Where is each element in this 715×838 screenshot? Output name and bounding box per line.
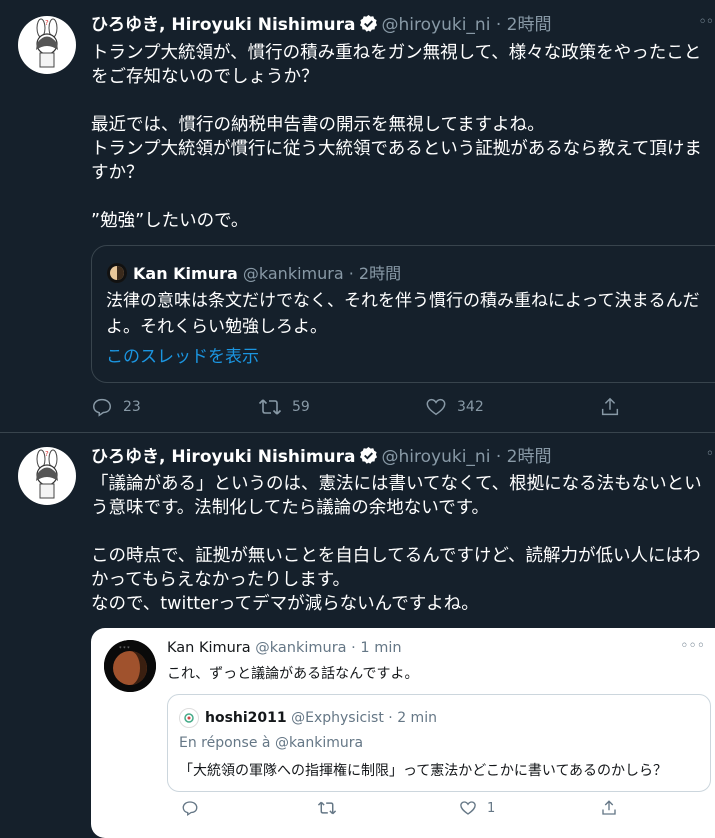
like-button[interactable]: 342 <box>425 396 484 418</box>
tweet-header: ひろゆき, Hiroyuki Nishimura @hiroyuki_ni · 2… <box>91 446 551 471</box>
more-options-icon[interactable]: ◦ <box>706 446 714 462</box>
verified-badge-icon <box>359 446 378 471</box>
embedded-heart-icon <box>460 801 476 815</box>
embedded-like: 1 <box>459 799 495 817</box>
tweet-text: トランプ大統領が、慣行の積み重ねをガン無視して、様々な政策をやったことをご存知な… <box>91 43 702 231</box>
author-name[interactable]: ひろゆき, Hiroyuki Nishimura <box>91 15 356 35</box>
svg-text:* * *: * * * <box>119 646 130 652</box>
share-icon <box>601 397 619 416</box>
tweet-time[interactable]: · 2時間 <box>496 447 552 467</box>
quoted-tweet-time: · 2時間 <box>348 264 402 283</box>
tweet-text: 「議論がある」というのは、憲法には書いてなくて、根拠になる法もないという意味です… <box>91 474 702 614</box>
embedded-retweet-icon <box>317 799 347 817</box>
quoted-author-avatar <box>107 263 127 283</box>
embedded-share-icon <box>600 799 628 817</box>
embedded-quoted-tweet: hoshi2011 @Exphysicist · 2 min En répons… <box>167 694 711 792</box>
embedded-actions: 1 <box>167 799 709 821</box>
svg-text:?: ? <box>45 450 49 458</box>
quoted-tweet-text: 法律の意味は条文だけでなく、それを伴う慣行の積み重ねによって決まるんだよ。それく… <box>106 291 700 337</box>
embedded-like-count: 1 <box>487 800 496 816</box>
verified-badge-icon <box>359 14 378 39</box>
embedded-reply-to: En réponse à @kankimura <box>179 735 364 751</box>
tweet-time[interactable]: · 2時間 <box>496 15 552 35</box>
embedded-quoted-text: 「大統領の軍隊への指揮権に制限」って憲法かどこかに書いてあるのかしら？ <box>179 763 668 779</box>
author-avatar[interactable]: ? <box>18 16 76 74</box>
heart-icon <box>426 398 446 416</box>
embedded-author-avatar: * * * <box>104 640 156 692</box>
tweet-header: ひろゆき, Hiroyuki Nishimura @hiroyuki_ni · 2… <box>91 14 551 39</box>
quoted-tweet-header: Kan Kimura @kankimura · 2時間 <box>107 260 401 284</box>
embedded-quoted-header: hoshi2011 @Exphysicist · 2 min <box>179 708 437 728</box>
embedded-reply-icon <box>181 799 209 817</box>
author-name[interactable]: ひろゆき, Hiroyuki Nishimura <box>91 447 356 467</box>
reply-button[interactable]: 23 <box>91 396 141 418</box>
embedded-quoted-avatar <box>179 708 199 728</box>
retweet-icon <box>258 399 282 415</box>
more-options-icon[interactable]: ◦◦ <box>698 14 713 30</box>
embedded-more-icon: ◦◦◦ <box>680 638 705 654</box>
embedded-author-handle: @kankimura <box>255 640 347 656</box>
reply-icon <box>93 398 111 417</box>
retweet-button[interactable]: 59 <box>258 396 310 418</box>
embedded-tweet-header: Kan Kimura @kankimura · 1 min <box>167 640 402 656</box>
quoted-author-handle: @kankimura <box>242 264 344 283</box>
tweet-1[interactable]: ? ひろゆき, Hiroyuki Nishimura @hiroyuki_ni ·… <box>0 0 715 432</box>
svg-text:?: ? <box>45 19 49 27</box>
embedded-tweet-time: · 1 min <box>351 640 402 656</box>
like-count: 342 <box>457 399 484 415</box>
author-avatar[interactable]: ? <box>18 447 76 505</box>
quoted-author-name: Kan Kimura <box>133 264 238 283</box>
embedded-quoted-time: · 2 min <box>388 710 437 726</box>
share-button[interactable] <box>599 396 631 418</box>
author-handle[interactable]: @hiroyuki_ni <box>382 447 491 467</box>
reply-count: 23 <box>123 399 141 415</box>
embedded-quoted-author-name: hoshi2011 <box>205 710 287 726</box>
quoted-tweet[interactable]: Kan Kimura @kankimura · 2時間 法律の意味は条文だけでな… <box>91 245 715 383</box>
embedded-quoted-handle: @Exphysicist <box>291 710 384 726</box>
show-thread-link[interactable]: このスレッドを表示 <box>106 342 259 367</box>
author-handle[interactable]: @hiroyuki_ni <box>382 15 491 35</box>
embedded-screenshot[interactable]: * * * Kan Kimura @kankimura · 1 min ◦◦◦ … <box>91 628 715 838</box>
tweet-actions: 23 59 342 <box>91 396 715 420</box>
retweet-count: 59 <box>292 399 310 415</box>
embedded-author-name: Kan Kimura <box>167 640 251 656</box>
embedded-tweet-text: これ、ずっと議論がある話なんですよ。 <box>167 666 419 682</box>
